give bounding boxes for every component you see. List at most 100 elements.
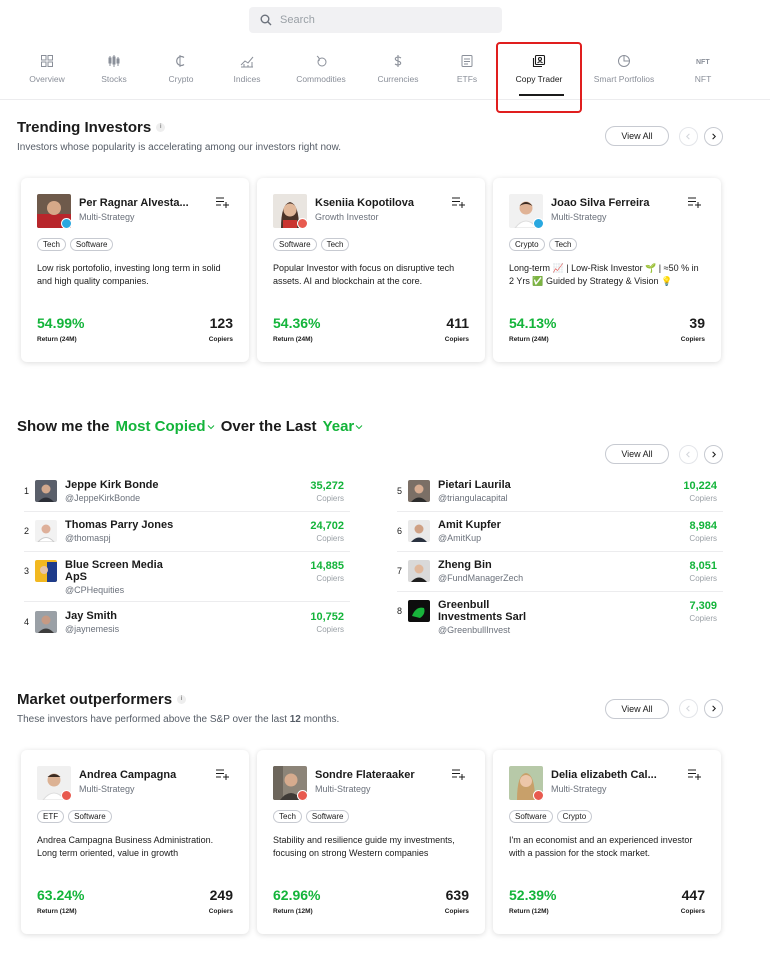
leaderboard-row[interactable]: 8 Greenbull Investments Sarl @GreenbullI… xyxy=(397,594,723,642)
investor-card[interactable]: Kseniia Kopotilova Growth Investor Softw… xyxy=(257,178,485,362)
search-input[interactable]: Search xyxy=(280,14,315,26)
metric-dropdown[interactable]: Most Copied xyxy=(116,418,215,435)
tag[interactable]: Tech xyxy=(548,238,578,251)
info-icon[interactable]: i xyxy=(156,123,166,132)
leaderboard-row[interactable]: 7 Zheng Bin @FundManagerZech 8,051 Copie… xyxy=(397,554,723,592)
tab-commodities[interactable]: Commodities xyxy=(281,54,361,84)
leaderboard-row[interactable]: 6 Amit Kupfer @AmitKup 8,984 Copiers xyxy=(397,514,723,552)
tab-indices[interactable]: Indices xyxy=(207,54,287,84)
tab-etfs[interactable]: ETFs xyxy=(427,54,507,84)
investor-name[interactable]: Blue Screen Media ApS xyxy=(65,559,175,583)
add-to-watchlist-icon[interactable] xyxy=(452,768,465,780)
investor-name[interactable]: Zheng Bin xyxy=(438,559,492,571)
tab-currencies[interactable]: Currencies xyxy=(358,54,438,84)
return-label: Return (12M) xyxy=(273,908,313,915)
investor-name[interactable]: Amit Kupfer xyxy=(438,519,501,531)
star-badge-icon xyxy=(533,790,544,801)
subtitle-months: 12 xyxy=(289,714,301,725)
investor-name[interactable]: Sondre Flateraaker xyxy=(315,769,435,781)
star-badge-icon xyxy=(61,790,72,801)
investor-card[interactable]: Per Ragnar Alvesta... Multi-Strategy Tec… xyxy=(21,178,249,362)
next-arrow-button[interactable] xyxy=(704,699,723,718)
star-badge-icon xyxy=(297,790,308,801)
info-icon[interactable]: i xyxy=(177,695,187,704)
tag[interactable]: Tech xyxy=(37,238,66,251)
leaderboard-row[interactable]: 3 Blue Screen Media ApS @CPHequities 14,… xyxy=(24,554,350,602)
tag[interactable]: Crypto xyxy=(509,238,545,251)
return-label: Return (24M) xyxy=(37,336,77,343)
investor-name[interactable]: Joao Silva Ferreira xyxy=(551,197,671,209)
period-dropdown[interactable]: Year xyxy=(323,418,364,435)
add-to-watchlist-icon[interactable] xyxy=(688,768,701,780)
investor-description: Low risk portofolio, investing long term… xyxy=(37,263,221,286)
add-to-watchlist-icon[interactable] xyxy=(688,196,701,208)
investor-description: Long-term 📈 | Low-Risk Investor 🌱 | ≈50 … xyxy=(509,263,699,286)
tag[interactable]: Software xyxy=(305,810,350,823)
tag[interactable]: Software xyxy=(509,810,553,823)
tag-list: Tech Software xyxy=(37,238,114,251)
leaderboard-row[interactable]: 5 Pietari Laurila @triangulacapital 10,2… xyxy=(397,474,723,512)
investor-username: @FundManagerZech xyxy=(438,573,524,583)
tag-list: Tech Software xyxy=(273,810,350,823)
prev-arrow-button[interactable] xyxy=(679,127,698,146)
tag[interactable]: ETF xyxy=(37,810,65,823)
add-to-watchlist-icon[interactable] xyxy=(216,196,229,208)
metric-value: Most Copied xyxy=(115,418,206,435)
avatar xyxy=(35,611,57,633)
investor-name[interactable]: Jeppe Kirk Bonde xyxy=(65,479,159,491)
chevron-right-icon xyxy=(712,451,716,458)
next-arrow-button[interactable] xyxy=(704,445,723,464)
copiers-label: Copiers xyxy=(208,908,233,915)
investor-name[interactable]: Kseniia Kopotilova xyxy=(315,197,435,209)
investor-card[interactable]: Delia elizabeth Cal... Multi-Strategy So… xyxy=(493,750,721,934)
investor-name[interactable]: Pietari Laurila xyxy=(438,479,511,491)
copiers-label: Copiers xyxy=(689,534,717,543)
tag[interactable]: Tech xyxy=(273,810,302,823)
copiers-label: Copiers xyxy=(680,336,705,343)
tab-label: Overview xyxy=(29,74,65,84)
rank-number: 8 xyxy=(397,606,403,616)
investor-description: I'm an economist and an experienced inve… xyxy=(509,835,693,858)
investor-username: @thomaspj xyxy=(65,533,111,543)
copiers-label: Copiers xyxy=(689,574,717,583)
tag[interactable]: Software xyxy=(68,810,112,823)
investor-card[interactable]: Sondre Flateraaker Multi-Strategy Tech S… xyxy=(257,750,485,934)
investor-username: @JeppeKirkBonde xyxy=(65,493,141,503)
add-to-watchlist-icon[interactable] xyxy=(216,768,229,780)
heading-prefix: Show me the xyxy=(17,418,110,435)
prev-arrow-button[interactable] xyxy=(679,445,698,464)
copiers-label: Copiers xyxy=(316,534,344,543)
investor-name[interactable]: Thomas Parry Jones xyxy=(65,519,173,531)
view-all-button[interactable]: View All xyxy=(605,444,669,464)
leaderboard-row[interactable]: 1 Jeppe Kirk Bonde @JeppeKirkBonde 35,27… xyxy=(24,474,350,512)
view-all-button[interactable]: View All xyxy=(605,126,669,146)
tag[interactable]: Software xyxy=(69,238,114,251)
search-bar[interactable]: Search xyxy=(249,7,502,33)
tab-smart-portfolios[interactable]: Smart Portfolios xyxy=(584,54,664,84)
tag[interactable]: Software xyxy=(273,238,317,251)
svg-text:NFT: NFT xyxy=(696,59,710,66)
tab-nft[interactable]: NFT NFT xyxy=(663,54,743,84)
copiers-label: Copiers xyxy=(316,494,344,503)
investor-name[interactable]: Jay Smith xyxy=(65,610,117,622)
tag[interactable]: Tech xyxy=(320,238,350,251)
star-badge-icon xyxy=(533,218,544,229)
add-to-watchlist-icon[interactable] xyxy=(452,196,465,208)
copiers-label: Copiers xyxy=(689,494,717,503)
leaderboard-row[interactable]: 2 Thomas Parry Jones @thomaspj 24,702 Co… xyxy=(24,514,350,552)
tab-label: ETFs xyxy=(456,74,478,84)
investor-card[interactable]: Andrea Campagna Multi-Strategy ETF Softw… xyxy=(21,750,249,934)
investor-name[interactable]: Greenbull Investments Sarl xyxy=(438,599,548,623)
prev-arrow-button[interactable] xyxy=(679,699,698,718)
tag[interactable]: Crypto xyxy=(556,810,593,823)
next-arrow-button[interactable] xyxy=(704,127,723,146)
investor-name[interactable]: Per Ragnar Alvesta... xyxy=(79,197,199,209)
investor-card[interactable]: Joao Silva Ferreira Multi-Strategy Crypt… xyxy=(493,178,721,362)
view-all-button[interactable]: View All xyxy=(605,699,669,719)
investor-name[interactable]: Delia elizabeth Cal... xyxy=(551,769,671,781)
leaderboard-row[interactable]: 4 Jay Smith @jaynemesis 10,752 Copiers xyxy=(24,605,350,643)
dollar-icon xyxy=(394,55,402,67)
investor-name[interactable]: Andrea Campagna xyxy=(79,769,199,781)
copiers-label: Copiers xyxy=(444,336,469,343)
subtitle-text-end: months. xyxy=(303,714,340,725)
